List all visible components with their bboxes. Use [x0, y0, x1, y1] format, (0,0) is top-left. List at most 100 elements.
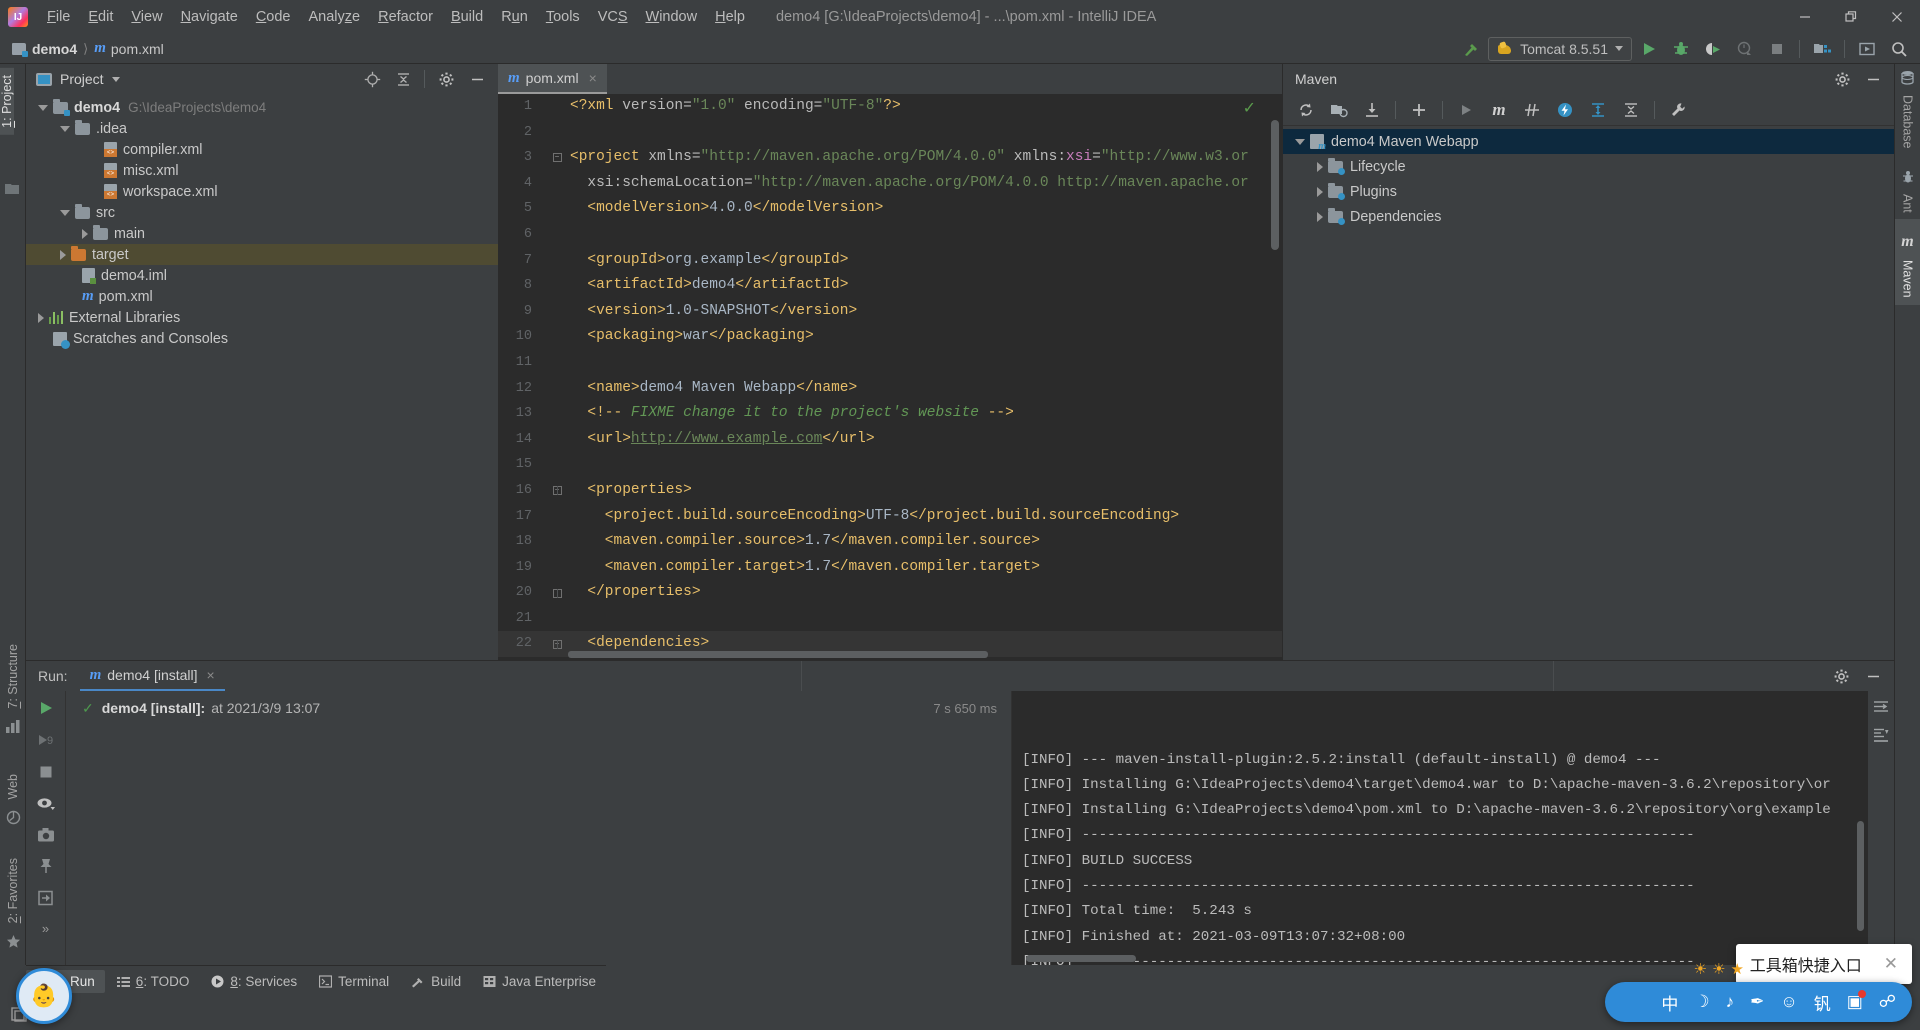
- editor-tab-pom-xml[interactable]: m pom.xml ×: [498, 64, 607, 94]
- sidebar-item-database[interactable]: Database: [1901, 88, 1915, 156]
- menu-view[interactable]: View: [122, 5, 171, 29]
- reimport-icon[interactable]: [1291, 97, 1321, 123]
- maven-node-demo4[interactable]: demo4 Maven Webapp: [1283, 129, 1894, 154]
- tab-todo[interactable]: 6: TODO: [107, 970, 200, 993]
- open-preview-icon[interactable]: [1852, 36, 1882, 62]
- menu-window[interactable]: Window: [637, 5, 707, 29]
- build-hammer-icon[interactable]: [1456, 36, 1486, 62]
- language-mode-chinese-button[interactable]: 中: [1661, 990, 1678, 1015]
- editor-vertical-scrollbar[interactable]: [1271, 120, 1279, 250]
- tree-node-compiler-xml[interactable]: compiler.xml: [26, 139, 498, 160]
- menu-tools[interactable]: Tools: [537, 5, 589, 29]
- sidebar-item-maven[interactable]: Maven: [1900, 253, 1915, 305]
- run-configuration-selector[interactable]: Tomcat 8.5.51: [1488, 36, 1632, 61]
- run-result-row[interactable]: ✓ demo4 [install]: at 2021/3/9 13:07 7 s…: [66, 697, 1011, 719]
- sogou-ime-logo-icon[interactable]: 👶: [16, 968, 72, 1024]
- toggle-visibility-eye-icon[interactable]: [36, 795, 56, 813]
- fold-gutter[interactable]: −: [544, 486, 570, 496]
- run-button[interactable]: [1634, 36, 1664, 62]
- editor-horizontal-scrollbar[interactable]: [568, 651, 988, 658]
- close-tab-icon[interactable]: ×: [207, 667, 215, 683]
- console-vertical-scrollbar[interactable]: [1857, 821, 1864, 931]
- handwriting-input-button[interactable]: ✒: [1750, 992, 1764, 1012]
- download-sources-icon[interactable]: [1357, 97, 1387, 123]
- offline-mode-icon[interactable]: [1550, 97, 1580, 123]
- twisty-down-icon[interactable]: [60, 125, 70, 132]
- sidebar-item-structure[interactable]: 7: Structure: [6, 637, 20, 716]
- menu-build[interactable]: Build: [442, 5, 492, 29]
- settings-gear-icon[interactable]: [1827, 66, 1857, 92]
- menu-help[interactable]: Help: [706, 5, 754, 29]
- collapse-all-icon[interactable]: [388, 66, 418, 92]
- settings-gear-icon[interactable]: [1826, 663, 1856, 689]
- tree-node-external-libraries[interactable]: External Libraries: [26, 307, 498, 328]
- debug-button[interactable]: [1666, 36, 1696, 62]
- more-actions-icon[interactable]: »: [42, 921, 49, 936]
- chevron-down-icon[interactable]: [111, 76, 120, 82]
- pin-icon[interactable]: [37, 857, 55, 875]
- tab-java-enterprise[interactable]: Java Enterprise: [473, 970, 606, 993]
- collapse-all-icon[interactable]: [1616, 97, 1646, 123]
- console-horizontal-scrollbar[interactable]: [1026, 955, 1136, 962]
- wrap-text-icon[interactable]: [1873, 699, 1889, 715]
- menu-vcs[interactable]: VCS: [589, 5, 637, 29]
- maven-m-icon[interactable]: m: [1484, 97, 1514, 123]
- breadcrumb-item-file[interactable]: pom.xml: [111, 41, 164, 57]
- tree-node-misc-xml[interactable]: misc.xml: [26, 160, 498, 181]
- run-results-tree[interactable]: ✓ demo4 [install]: at 2021/3/9 13:07 7 s…: [66, 691, 1012, 965]
- locate-target-icon[interactable]: [357, 66, 387, 92]
- menu-file[interactable]: File: [38, 5, 79, 29]
- ime-toolbar[interactable]: 中 ☽ ♪ ✒ ☺ 钒 ▣ ☍: [1605, 982, 1912, 1022]
- tab-services[interactable]: 8: Services: [201, 970, 307, 993]
- emoji-panel-button[interactable]: ☺: [1780, 992, 1797, 1012]
- sidebar-item-web[interactable]: Web: [6, 767, 20, 806]
- moon-night-mode-button[interactable]: ☽: [1694, 992, 1709, 1012]
- run-tab-demo4-install[interactable]: m demo4 [install] ×: [79, 661, 225, 691]
- toolbox-button[interactable]: 钒: [1814, 990, 1831, 1015]
- tree-node-scratches-consoles[interactable]: Scratches and Consoles: [26, 328, 498, 349]
- menu-code[interactable]: Code: [247, 5, 300, 29]
- tree-node-pom-xml[interactable]: m pom.xml: [26, 286, 498, 307]
- project-structure-icon[interactable]: [1807, 36, 1837, 62]
- tab-build[interactable]: Build: [401, 970, 471, 993]
- close-tab-icon[interactable]: ×: [589, 70, 597, 86]
- menu-refactor[interactable]: Refactor: [369, 5, 442, 29]
- tree-node-demo4[interactable]: demo4 G:\IdeaProjects\demo4: [26, 97, 498, 118]
- skin-panel-button[interactable]: ▣: [1847, 990, 1866, 1012]
- twisty-down-icon[interactable]: [1295, 138, 1305, 145]
- menu-navigate[interactable]: Navigate: [172, 5, 247, 29]
- export-icon[interactable]: [37, 889, 55, 907]
- run-console-output[interactable]: [INFO] --- maven-install-plugin:2.5.2:in…: [1012, 691, 1868, 965]
- menu-run[interactable]: Run: [492, 5, 537, 29]
- breadcrumb-item-module[interactable]: demo4: [32, 41, 77, 57]
- hide-minimize-icon[interactable]: [1858, 663, 1888, 689]
- maven-node-plugins[interactable]: Plugins: [1283, 179, 1894, 204]
- maven-settings-icon[interactable]: [1663, 97, 1693, 123]
- generate-sources-icon[interactable]: [1324, 97, 1354, 123]
- tree-node-idea[interactable]: .idea: [26, 118, 498, 139]
- close-icon[interactable]: ✕: [1884, 954, 1898, 974]
- sidebar-item-ant[interactable]: Ant: [1901, 187, 1915, 220]
- search-everywhere-icon[interactable]: [1884, 36, 1914, 62]
- tree-node-target[interactable]: target: [26, 244, 498, 265]
- twisty-down-icon[interactable]: [38, 104, 48, 111]
- expand-all-icon[interactable]: [1583, 97, 1613, 123]
- hide-minimize-icon[interactable]: [462, 66, 492, 92]
- tree-node-workspace-xml[interactable]: workspace.xml: [26, 181, 498, 202]
- sidebar-item-favorites[interactable]: 2: Favorites: [6, 851, 20, 930]
- tree-node-main[interactable]: main: [26, 223, 498, 244]
- twisty-right-icon[interactable]: [60, 249, 66, 260]
- inspection-ok-check-icon[interactable]: ✓: [1243, 98, 1256, 118]
- hide-minimize-icon[interactable]: [1858, 66, 1888, 92]
- scroll-to-end-icon[interactable]: [1873, 727, 1889, 743]
- minimize-icon[interactable]: [1782, 0, 1828, 34]
- twisty-down-icon[interactable]: [60, 209, 70, 216]
- twisty-right-icon[interactable]: [1317, 211, 1323, 222]
- rerun-icon[interactable]: [37, 699, 55, 717]
- voice-input-button[interactable]: ♪: [1726, 992, 1735, 1012]
- project-tree[interactable]: demo4 G:\IdeaProjects\demo4 .idea compil…: [26, 94, 498, 660]
- fold-collapse-icon[interactable]: −: [552, 153, 562, 163]
- twisty-right-icon[interactable]: [1317, 186, 1323, 197]
- code-editor[interactable]: ✓ 1 <?xml version="1.0" encoding="UTF-8"?…: [498, 94, 1282, 660]
- screenshot-camera-icon[interactable]: [37, 827, 55, 843]
